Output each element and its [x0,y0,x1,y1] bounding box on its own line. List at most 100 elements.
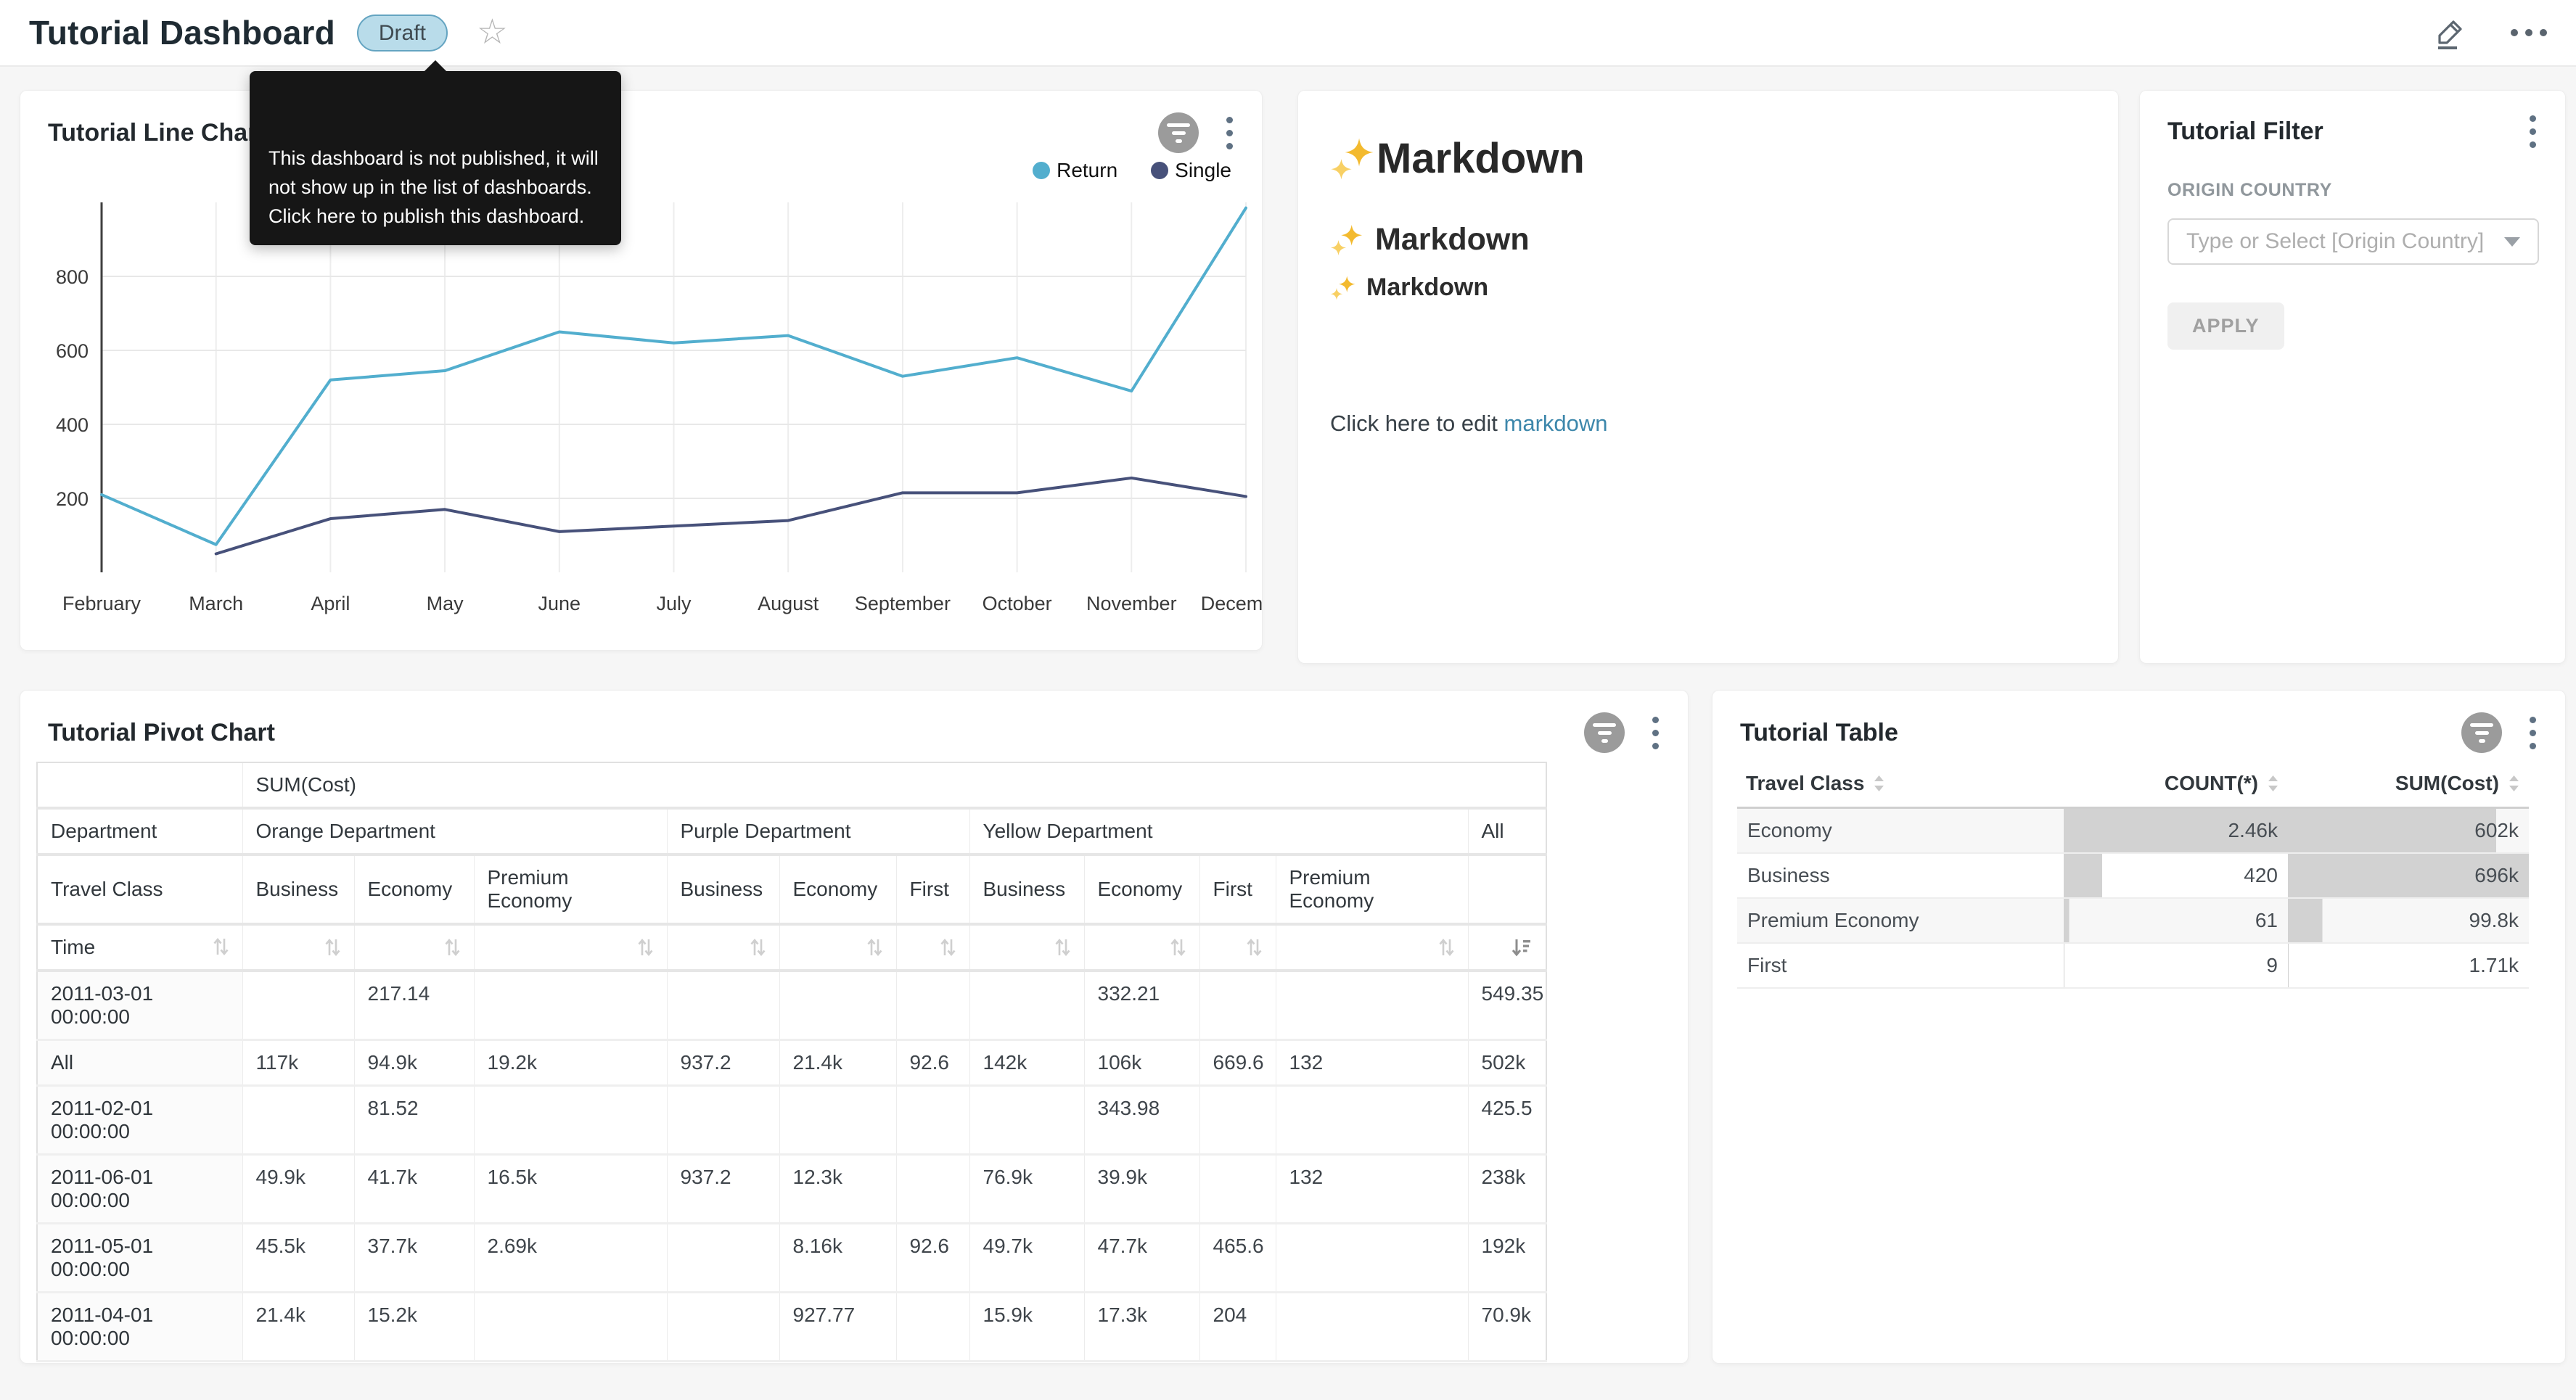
sort-icon[interactable] [1170,936,1186,958]
line-chart-title: Tutorial Line Chart [48,119,266,147]
applied-filters-icon[interactable] [1584,712,1625,753]
y-axis-tick-label: 600 [56,340,89,362]
line-chart-card: Tutorial Line Chart ReturnSingle 2004006… [20,90,1263,651]
pivot-group-header: Purple Department [667,808,969,855]
x-axis-tick-label: November [1086,593,1177,614]
pivot-cell [1276,1224,1468,1293]
legend-item-return[interactable]: Return [1033,159,1117,182]
x-axis-tick-label: March [189,593,243,614]
sort-icon[interactable] [866,936,883,958]
sort-icon[interactable] [750,936,766,958]
pivot-sort-cell [354,924,474,971]
pivot-cell: 47.7k [1084,1224,1199,1293]
pivot-chart-title: Tutorial Pivot Chart [48,719,275,747]
pivot-cell: 15.2k [354,1293,474,1362]
pivot-class-header: First [1199,855,1276,924]
sort-icon[interactable] [213,936,229,958]
header-actions [2432,15,2547,50]
ellipsis-menu-icon[interactable] [2511,29,2547,36]
sum-cost-cell: 99.8k [2288,898,2529,943]
kebab-menu-icon[interactable] [1649,714,1662,752]
single-series-line [216,478,1246,554]
pivot-cell: 8.16k [779,1224,896,1293]
sort-carets-icon[interactable] [2508,774,2520,793]
page-header: Tutorial Dashboard Draft ☆ [0,0,2576,67]
legend-item-single[interactable]: Single [1151,159,1231,182]
pivot-sort-cell [896,924,969,971]
filter-card-title: Tutorial Filter [2167,118,2323,146]
pivot-chart-card: Tutorial Pivot Chart SUM(Cost)Department… [20,690,1689,1364]
pivot-cell [667,1224,779,1293]
table-column-header[interactable]: Travel Class [1737,760,2064,808]
pivot-cell: 502k [1468,1040,1546,1086]
x-axis-tick-label: August [758,593,819,614]
legend-label: Return [1057,159,1117,182]
pivot-cell [1276,971,1468,1040]
chart-legend: Return Single [1033,159,1231,182]
travel-class-cell: Premium Economy [1737,898,2064,943]
pivot-class-header: Business [667,855,779,924]
pivot-cell [474,1293,667,1362]
pivot-row-label: 2011-05-01 00:00:00 [37,1224,242,1293]
sort-icon[interactable] [444,936,461,958]
pivot-cell: 76.9k [969,1155,1084,1224]
kebab-menu-icon[interactable] [1223,114,1236,152]
applied-filters-icon[interactable] [1158,112,1199,153]
pivot-class-header: Business [969,855,1084,924]
pivot-row-label: 2011-03-01 00:00:00 [37,971,242,1040]
markdown-h1-text: Markdown [1377,134,1585,183]
pivot-cell [779,971,896,1040]
draft-status-badge[interactable]: Draft [357,15,448,52]
pivot-cell: 21.4k [779,1040,896,1086]
pivot-travel-class-label: Travel Class [37,855,242,924]
sort-icon[interactable] [637,936,654,958]
markdown-edit-link[interactable]: markdown [1504,411,1608,436]
x-axis-tick-label: December [1201,593,1263,614]
pivot-class-header: Economy [354,855,474,924]
star-icon[interactable]: ☆ [477,15,508,50]
apply-button[interactable]: APPLY [2167,302,2284,350]
pivot-cell [1199,1086,1276,1155]
pivot-cell: 332.21 [1084,971,1199,1040]
pivot-row: 2011-05-01 00:00:0045.5k37.7k2.69k8.16k9… [37,1224,1546,1293]
sort-icon[interactable] [1246,936,1263,958]
dashboard-page: { "dashboard": { "title": "Tutorial Dash… [0,0,2576,1400]
pivot-cell [1276,1086,1468,1155]
markdown-h2: Markdown [1330,222,2086,258]
sort-desc-icon[interactable] [1511,936,1533,958]
sort-icon[interactable] [1438,936,1455,958]
sort-icon[interactable] [324,936,341,958]
pivot-cell [242,1086,354,1155]
count-cell: 61 [2064,898,2288,943]
sort-carets-icon[interactable] [2267,774,2279,793]
y-axis-tick-label: 800 [56,266,89,288]
table-column-header[interactable]: COUNT(*) [2064,760,2288,808]
chevron-down-icon [2504,237,2520,247]
pivot-time-header: Time [37,924,242,971]
sort-icon[interactable] [940,936,956,958]
pivot-corner-cell [37,762,242,808]
x-axis-tick-label: June [538,593,581,614]
sum-cost-cell: 602k [2288,808,2529,854]
pivot-cell: 343.98 [1084,1086,1199,1155]
y-axis-tick-label: 400 [56,414,89,436]
origin-country-label: ORIGIN COUNTRY [2167,180,2565,201]
table-column-label: COUNT(*) [2165,772,2258,795]
pivot-cell [896,1293,969,1362]
kebab-menu-icon[interactable] [2527,714,2539,752]
applied-filters-icon[interactable] [2461,712,2502,753]
edit-pencil-icon[interactable] [2432,15,2467,50]
legend-dot [1151,162,1168,179]
tooltip-text: This dashboard is not published, it will… [268,147,599,227]
page-title: Tutorial Dashboard [29,13,335,52]
kebab-menu-icon[interactable] [2527,112,2539,151]
sort-icon[interactable] [1054,936,1071,958]
pivot-cell: 15.9k [969,1293,1084,1362]
pivot-cell: 2.69k [474,1224,667,1293]
origin-country-select[interactable]: Type or Select [Origin Country] [2167,218,2539,265]
x-axis-tick-label: October [983,593,1052,614]
sort-carets-icon[interactable] [1873,774,1885,793]
x-axis-tick-label: February [62,593,141,614]
pivot-class-header: Premium Economy [474,855,667,924]
table-column-header[interactable]: SUM(Cost) [2288,760,2529,808]
